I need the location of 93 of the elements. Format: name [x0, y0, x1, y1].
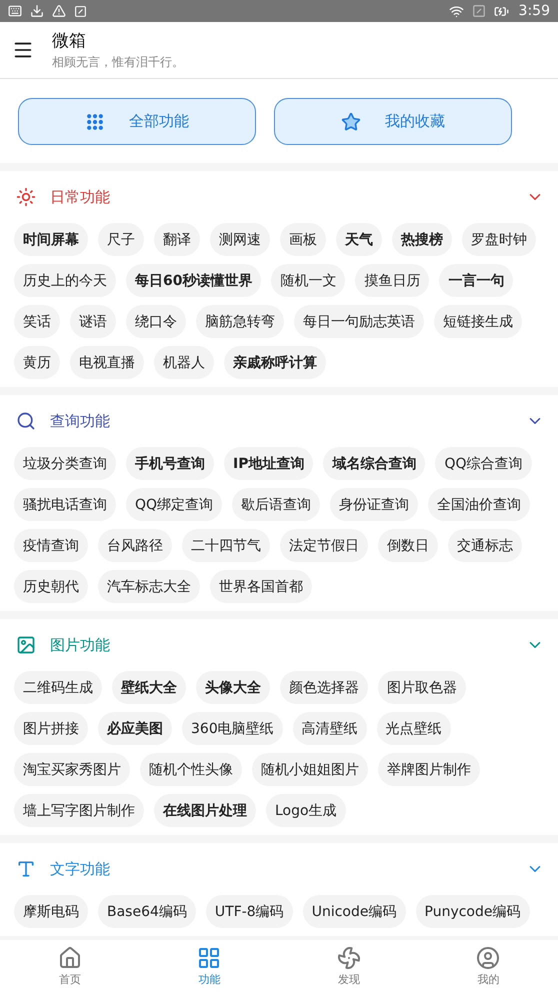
feature-chip[interactable]: 淘宝买家秀图片 — [14, 753, 130, 786]
home-icon — [58, 946, 82, 970]
feature-chip[interactable]: 图片拼接 — [14, 712, 88, 745]
section-title: 图片功能 — [50, 636, 111, 654]
feature-chip[interactable]: 疫情查询 — [14, 529, 88, 562]
feature-chip[interactable]: 墙上写字图片制作 — [14, 794, 144, 827]
keyboard-icon — [8, 4, 22, 18]
app-subtitle: 相顾无言，惟有泪千行。 — [52, 54, 184, 71]
quick-action-button[interactable]: 全部功能 — [18, 98, 256, 145]
nav-tab[interactable]: 我的 — [418, 940, 558, 992]
feature-chip[interactable]: 笑话 — [14, 305, 60, 338]
star-icon — [341, 112, 361, 132]
nav-tab[interactable]: 发现 — [279, 940, 418, 992]
feature-chip[interactable]: QQ综合查询 — [435, 447, 532, 480]
feature-chip[interactable]: 机器人 — [154, 346, 214, 379]
section-title: 查询功能 — [50, 412, 111, 430]
sun-icon — [16, 187, 36, 207]
feature-chip[interactable]: 一言一句 — [439, 264, 514, 297]
feature-chip[interactable]: 全国油价查询 — [428, 488, 530, 521]
feature-chip[interactable]: 测网速 — [210, 223, 270, 256]
wifi-icon — [448, 4, 464, 18]
feature-chip[interactable]: 短链接生成 — [434, 305, 522, 338]
pinwheel-icon — [336, 946, 361, 970]
nav-tab[interactable]: 功能 — [140, 940, 279, 992]
feature-chip[interactable]: QQ绑定查询 — [126, 488, 222, 521]
feature-chip[interactable]: 电视直播 — [70, 346, 144, 379]
feature-chip[interactable]: 颜色选择器 — [280, 671, 368, 704]
feature-chip[interactable]: 举牌图片制作 — [378, 753, 480, 786]
feature-chip[interactable]: 黄历 — [14, 346, 60, 379]
no-sim-icon — [472, 4, 486, 18]
feature-chip[interactable]: 在线图片处理 — [154, 794, 256, 827]
section-title: 日常功能 — [50, 188, 111, 206]
quick-action-button[interactable]: 我的收藏 — [274, 98, 512, 145]
feature-chip[interactable]: 壁纸大全 — [112, 671, 186, 704]
feature-chip[interactable]: 尺子 — [98, 223, 144, 256]
feature-chip[interactable]: 热搜榜 — [392, 223, 452, 256]
feature-chip[interactable]: 历史朝代 — [14, 570, 88, 603]
feature-chip[interactable]: 绕口令 — [126, 305, 186, 338]
letter-square-icon — [74, 4, 87, 18]
feature-chip[interactable]: 世界各国首都 — [210, 570, 312, 603]
section-title: 文字功能 — [50, 860, 111, 878]
feature-chip[interactable]: 二十四节气 — [182, 529, 270, 562]
feature-chip[interactable]: 垃圾分类查询 — [14, 447, 116, 480]
feature-chip[interactable]: 历史上的今天 — [14, 264, 116, 297]
feature-chip[interactable]: Punycode编码 — [416, 895, 530, 928]
feature-chip[interactable]: 光点壁纸 — [376, 712, 451, 745]
feature-chip[interactable]: 图片取色器 — [378, 671, 466, 704]
feature-chip[interactable]: 二维码生成 — [14, 671, 102, 704]
feature-chip[interactable]: 亲戚称呼计算 — [224, 346, 326, 379]
feature-chip[interactable]: 随机个性头像 — [140, 753, 242, 786]
grid-icon — [197, 946, 222, 970]
feature-chip[interactable]: Base64编码 — [98, 895, 196, 928]
feature-chip[interactable]: 360电脑壁纸 — [182, 712, 283, 745]
feature-chip[interactable]: 脑筋急转弯 — [196, 305, 284, 338]
search-icon — [16, 411, 36, 431]
feature-chip[interactable]: 骚扰电话查询 — [14, 488, 116, 521]
feature-chip[interactable]: 必应美图 — [98, 712, 172, 745]
image-icon — [16, 635, 36, 655]
feature-chip[interactable]: 头像大全 — [196, 671, 270, 704]
nav-tab[interactable]: 首页 — [0, 940, 140, 992]
feature-chip[interactable]: 谜语 — [70, 305, 116, 338]
feature-chip[interactable]: IP地址查询 — [224, 447, 314, 480]
feature-chip[interactable]: 随机一文 — [271, 264, 346, 297]
feature-chip[interactable]: 身份证查询 — [330, 488, 418, 521]
feature-chip[interactable]: 画板 — [280, 223, 326, 256]
feature-chip[interactable]: 法定节假日 — [280, 529, 368, 562]
download-icon — [30, 4, 44, 18]
feature-chip[interactable]: UTF-8编码 — [206, 895, 293, 928]
feature-chip[interactable]: 时间屏幕 — [14, 223, 88, 256]
feature-chip[interactable]: 天气 — [336, 223, 382, 256]
feature-chip[interactable]: 罗盘时钟 — [462, 223, 536, 256]
feature-chip[interactable]: 每日一句励志英语 — [294, 305, 424, 338]
warning-icon — [52, 4, 66, 18]
feature-chip[interactable]: 每日60秒读懂世界 — [126, 264, 262, 297]
feature-chip[interactable]: 台风路径 — [98, 529, 172, 562]
feature-chip[interactable]: 摸鱼日历 — [355, 264, 430, 297]
feature-chip[interactable]: 翻译 — [154, 223, 200, 256]
app-title: 微箱 — [52, 30, 87, 52]
grid-icon — [85, 112, 105, 132]
feature-chip[interactable]: 手机号查询 — [126, 447, 214, 480]
feature-chip[interactable]: 域名综合查询 — [323, 447, 426, 480]
feature-chip[interactable]: Unicode编码 — [302, 895, 406, 928]
feature-chip[interactable]: 交通标志 — [448, 529, 522, 562]
status-time: 3:59 — [518, 3, 550, 19]
feature-chip[interactable]: 摩斯电码 — [14, 895, 88, 928]
feature-chip[interactable]: 高清壁纸 — [292, 712, 367, 745]
feature-chip[interactable]: 随机小姐姐图片 — [252, 753, 368, 786]
feature-chip[interactable]: 汽车标志大全 — [98, 570, 200, 603]
feature-chip[interactable]: 歇后语查询 — [232, 488, 320, 521]
feature-chip[interactable]: 倒数日 — [378, 529, 438, 562]
text-size-icon — [16, 859, 36, 879]
feature-chip[interactable]: Logo生成 — [266, 794, 346, 827]
user-icon — [476, 946, 500, 970]
